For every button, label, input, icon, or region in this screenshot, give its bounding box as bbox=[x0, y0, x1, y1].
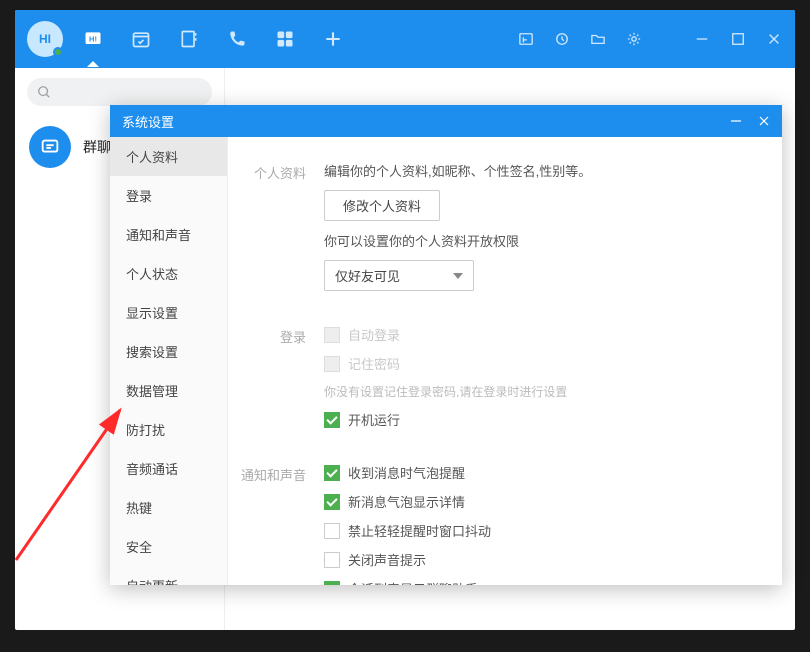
folder-icon[interactable] bbox=[589, 30, 607, 48]
auto-login-checkbox bbox=[324, 327, 340, 343]
start-on-boot-checkbox[interactable] bbox=[324, 412, 340, 428]
apps-tab-icon[interactable] bbox=[275, 29, 295, 49]
no-shake-checkbox[interactable] bbox=[324, 523, 340, 539]
sidebar-item-hotkey[interactable]: 热键 bbox=[110, 488, 227, 527]
sidebar-item-dnd[interactable]: 防打扰 bbox=[110, 410, 227, 449]
avatar-text: HI bbox=[39, 32, 51, 46]
close-button[interactable] bbox=[765, 30, 783, 48]
start-on-boot-label: 开机运行 bbox=[348, 410, 400, 429]
screenshot-icon[interactable] bbox=[517, 30, 535, 48]
section-title-profile: 个人资料 bbox=[228, 161, 324, 301]
section-title-login: 登录 bbox=[228, 325, 324, 439]
sidebar-item-display[interactable]: 显示设置 bbox=[110, 293, 227, 332]
chat-tab-icon[interactable]: H! bbox=[83, 29, 103, 49]
group-chat-avatar-icon bbox=[29, 126, 71, 168]
privacy-select[interactable]: 仅好友可见 bbox=[324, 260, 474, 291]
sidebar-item-search[interactable]: 搜索设置 bbox=[110, 332, 227, 371]
sidebar-item-profile[interactable]: 个人资料 bbox=[110, 137, 227, 176]
maximize-button[interactable] bbox=[729, 30, 747, 48]
mute-sound-checkbox[interactable] bbox=[324, 552, 340, 568]
call-tab-icon[interactable] bbox=[227, 29, 247, 49]
privacy-select-value: 仅好友可见 bbox=[335, 266, 400, 285]
sidebar-item-audio[interactable]: 音频通话 bbox=[110, 449, 227, 488]
sidebar-item-data[interactable]: 数据管理 bbox=[110, 371, 227, 410]
section-notify: 通知和声音 收到消息时气泡提醒 新消息气泡显示详情 禁止轻轻提醒时窗口抖动 关闭… bbox=[228, 457, 782, 585]
settings-sidebar: 个人资料 登录 通知和声音 个人状态 显示设置 搜索设置 数据管理 防打扰 音频… bbox=[110, 137, 228, 585]
login-hint: 你没有设置记住登录密码,请在登录时进行设置 bbox=[324, 383, 567, 400]
remember-pwd-label: 记住密码 bbox=[348, 354, 400, 373]
remember-pwd-checkbox bbox=[324, 356, 340, 372]
dialog-close-button[interactable] bbox=[758, 115, 770, 127]
section-title-notify: 通知和声音 bbox=[228, 463, 324, 585]
sidebar-item-login[interactable]: 登录 bbox=[110, 176, 227, 215]
minimize-button[interactable] bbox=[693, 30, 711, 48]
dialog-titlebar: 系统设置 bbox=[110, 105, 782, 137]
no-shake-label: 禁止轻轻提醒时窗口抖动 bbox=[348, 521, 491, 540]
section-login: 登录 自动登录 记住密码 你没有设置记住登录密码,请在登录时进行设置 开机运行 bbox=[228, 319, 782, 457]
section-profile: 个人资料 编辑你的个人资料,如昵称、个性签名,性别等。 修改个人资料 你可以设置… bbox=[228, 155, 782, 319]
user-avatar[interactable]: HI bbox=[27, 21, 63, 57]
nav-tabs: H! bbox=[83, 29, 343, 49]
search-input[interactable] bbox=[27, 78, 212, 106]
titlebar: HI H! bbox=[15, 10, 795, 68]
history-icon[interactable] bbox=[553, 30, 571, 48]
group-assistant-label: 会话列表显示群聊助手 bbox=[348, 579, 478, 585]
settings-content: 个人资料 编辑你的个人资料,如昵称、个性签名,性别等。 修改个人资料 你可以设置… bbox=[228, 137, 782, 585]
contacts-tab-icon[interactable] bbox=[179, 29, 199, 49]
dialog-title: 系统设置 bbox=[122, 112, 174, 131]
sidebar-item-security[interactable]: 安全 bbox=[110, 527, 227, 566]
chevron-down-icon bbox=[453, 273, 463, 279]
online-status-dot bbox=[53, 47, 63, 57]
calendar-tab-icon[interactable] bbox=[131, 29, 151, 49]
settings-icon[interactable] bbox=[625, 30, 643, 48]
window-controls bbox=[517, 30, 783, 48]
profile-desc: 编辑你的个人资料,如昵称、个性签名,性别等。 bbox=[324, 161, 591, 180]
bubble-detail-checkbox[interactable] bbox=[324, 494, 340, 510]
auto-login-label: 自动登录 bbox=[348, 325, 400, 344]
dialog-body: 个人资料 登录 通知和声音 个人状态 显示设置 搜索设置 数据管理 防打扰 音频… bbox=[110, 137, 782, 585]
bubble-detail-label: 新消息气泡显示详情 bbox=[348, 492, 465, 511]
bubble-notify-label: 收到消息时气泡提醒 bbox=[348, 463, 465, 482]
privacy-desc: 你可以设置你的个人资料开放权限 bbox=[324, 231, 519, 250]
bubble-notify-checkbox[interactable] bbox=[324, 465, 340, 481]
svg-text:H!: H! bbox=[89, 35, 97, 44]
search-icon bbox=[37, 85, 51, 99]
edit-profile-button[interactable]: 修改个人资料 bbox=[324, 190, 440, 221]
sidebar-item-update[interactable]: 自动更新 bbox=[110, 566, 227, 585]
dialog-minimize-button[interactable] bbox=[730, 115, 742, 127]
add-tab-icon[interactable] bbox=[323, 29, 343, 49]
sidebar-item-notify[interactable]: 通知和声音 bbox=[110, 215, 227, 254]
group-assistant-checkbox[interactable] bbox=[324, 581, 340, 586]
settings-dialog: 系统设置 个人资料 登录 通知和声音 个人状态 显示设置 搜索设置 数据管理 防… bbox=[110, 105, 782, 585]
sidebar-item-status[interactable]: 个人状态 bbox=[110, 254, 227, 293]
conversation-name: 群聊 bbox=[83, 137, 111, 157]
mute-sound-label: 关闭声音提示 bbox=[348, 550, 426, 569]
active-tab-marker bbox=[87, 61, 99, 67]
